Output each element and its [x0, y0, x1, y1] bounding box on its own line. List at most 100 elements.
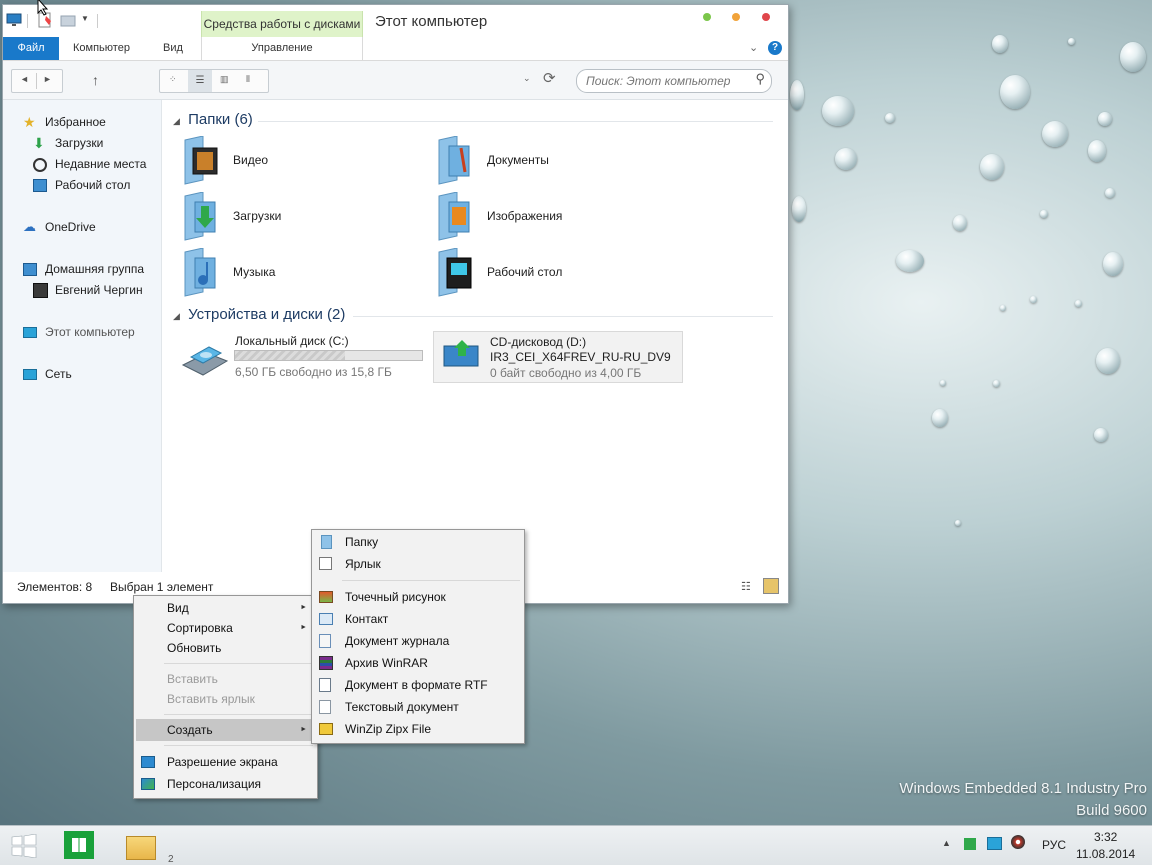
explorer-taskbar-icon[interactable]: 2 — [124, 832, 174, 865]
menu-item-label: Персонализация — [167, 777, 262, 791]
language-indicator[interactable]: РУС — [1042, 838, 1066, 852]
folder-item-downloads[interactable]: Загрузки — [181, 192, 401, 244]
tab-manage[interactable]: Управление — [201, 37, 363, 60]
start-button[interactable] — [11, 834, 37, 858]
submenu-item-folder[interactable]: Папку — [314, 531, 522, 553]
large-icons-view-icon[interactable] — [763, 578, 779, 594]
minimize-button[interactable] — [703, 13, 711, 21]
refresh-icon[interactable]: ⟳ — [543, 69, 556, 87]
menu-item-personalize[interactable]: Персонализация — [136, 773, 315, 795]
store-taskbar-icon[interactable] — [64, 831, 94, 859]
address-dropdown-icon[interactable]: ⌄ — [523, 73, 531, 84]
submenu-item-bitmap[interactable]: Точечный рисунок — [314, 586, 522, 608]
menu-item-sort[interactable]: Сортировка ► — [136, 617, 315, 639]
forward-button[interactable]: ► — [43, 74, 52, 84]
computer-icon[interactable] — [6, 12, 22, 28]
maximize-button[interactable] — [732, 13, 740, 21]
devices-group-header[interactable]: ◢ Устройства и диски (2) — [173, 306, 773, 323]
drive-item-d[interactable]: CD-дисковод (D:) IR3_CEI_X64FREV_RU-RU_D… — [433, 331, 683, 383]
network-tray-icon[interactable] — [987, 837, 1002, 850]
folder-label: Изображения — [487, 209, 563, 223]
view-large-icons-button[interactable]: ⁘ — [169, 74, 177, 85]
menu-item-paste-shortcut[interactable]: Вставить ярлык — [136, 688, 315, 710]
view-details-button[interactable]: ▥ — [220, 74, 229, 85]
watermark-build: Build 9600 — [1076, 802, 1147, 819]
computer-icon — [23, 327, 37, 338]
folder-item-desktop[interactable]: Рабочий стол — [435, 248, 655, 300]
submenu-item-text-document[interactable]: Текстовый документ — [314, 696, 522, 718]
group-title: Папки (6) — [188, 111, 253, 128]
details-view-icon[interactable]: ☷ — [741, 580, 751, 593]
winrar-icon — [319, 656, 333, 670]
create-submenu: Папку Ярлык Точечный рисунок Контакт Док… — [311, 529, 525, 744]
tab-computer[interactable]: Компьютер — [63, 37, 140, 60]
onedrive-icon: ☁ — [23, 219, 36, 234]
search-icon[interactable]: ⚲ — [755, 71, 765, 87]
action-center-flag-icon[interactable] — [964, 838, 976, 850]
back-forward-group: ◄ ► — [11, 69, 63, 93]
submenu-item-rtf[interactable]: Документ в формате RTF — [314, 674, 522, 696]
up-button[interactable]: ↑ — [92, 72, 99, 88]
winzip-icon — [319, 723, 333, 735]
window-title: Этот компьютер — [375, 13, 488, 30]
folder-item-video[interactable]: Видео — [181, 136, 401, 188]
taskbar: 2 ▲ РУС 3:32 11.08.2014 — [0, 825, 1152, 865]
title-bar[interactable]: ▼ Средства работы с дисками Этот компьют… — [3, 5, 788, 37]
qat-customize-icon[interactable]: ▼ — [81, 14, 89, 23]
group-divider — [353, 316, 773, 317]
qat-divider — [97, 14, 98, 28]
back-button[interactable]: ◄ — [20, 74, 29, 84]
expand-ribbon-icon[interactable]: ⌄ — [749, 41, 758, 54]
menu-item-screen-resolution[interactable]: Разрешение экрана — [136, 751, 315, 773]
folder-item-music[interactable]: Музыка — [181, 248, 401, 300]
help-icon[interactable]: ? — [768, 41, 782, 55]
sidebar-item-label: Евгений Чергин — [55, 283, 143, 297]
menu-item-label: Контакт — [345, 612, 389, 626]
recent-places-icon — [33, 158, 47, 172]
menu-item-paste[interactable]: Вставить — [136, 668, 315, 690]
collapse-chevron-icon[interactable]: ◢ — [173, 116, 180, 126]
drive-volume-label: IR3_CEI_X64FREV_RU-RU_DV9 — [490, 350, 671, 364]
rtf-icon — [319, 678, 331, 692]
menu-item-label: Вставить ярлык — [167, 692, 255, 706]
menu-item-label: Вид — [167, 601, 189, 615]
music-folder-icon — [184, 248, 216, 297]
drive-item-c[interactable]: Локальный диск (C:) 6,50 ГБ свободно из … — [181, 331, 431, 383]
submenu-arrow-icon: ► — [300, 726, 307, 733]
mouse-cursor-icon — [37, 0, 49, 16]
volume-tray-icon[interactable] — [1011, 835, 1025, 849]
clock-date[interactable]: 11.08.2014 — [1076, 847, 1135, 861]
submenu-item-winzip[interactable]: WinZip Zipx File — [314, 718, 522, 740]
search-box[interactable]: ⚲ — [576, 69, 772, 93]
collapse-chevron-icon[interactable]: ◢ — [173, 311, 180, 321]
menu-item-view[interactable]: Вид ► — [136, 597, 315, 619]
submenu-item-journal[interactable]: Документ журнала — [314, 630, 522, 652]
drive-free-space: 6,50 ГБ свободно из 15,8 ГБ — [235, 365, 392, 379]
submenu-item-winrar[interactable]: Архив WinRAR — [314, 652, 522, 674]
tab-view[interactable]: Вид — [153, 37, 193, 60]
folder-icon — [126, 836, 156, 860]
menu-item-label: Вставить — [167, 672, 218, 686]
tab-file[interactable]: Файл — [3, 37, 59, 60]
folder-item-documents[interactable]: Документы — [435, 136, 655, 188]
store-bag-icon — [72, 838, 86, 852]
new-folder-icon[interactable] — [60, 12, 76, 28]
menu-item-refresh[interactable]: Обновить — [136, 637, 315, 659]
video-folder-icon — [184, 136, 218, 185]
group-divider — [258, 121, 773, 122]
menu-item-new[interactable]: Создать ► — [136, 719, 315, 741]
menu-item-label: Разрешение экрана — [167, 755, 278, 769]
group-title: Устройства и диски (2) — [188, 306, 346, 323]
submenu-item-shortcut[interactable]: Ярлык — [314, 553, 522, 575]
clock-time[interactable]: 3:32 — [1094, 830, 1117, 844]
submenu-item-contact[interactable]: Контакт — [314, 608, 522, 630]
folder-item-pictures[interactable]: Изображения — [435, 192, 655, 244]
view-list-button[interactable]: ☰ — [188, 70, 212, 92]
view-tiles-button[interactable]: ⦀ — [246, 74, 250, 85]
search-input[interactable] — [584, 73, 748, 89]
close-button[interactable] — [762, 13, 770, 21]
menu-item-label: Обновить — [167, 641, 222, 655]
show-hidden-icons[interactable]: ▲ — [942, 838, 951, 848]
explorer-window: ▼ Средства работы с дисками Этот компьют… — [2, 4, 789, 604]
folders-group-header[interactable]: ◢ Папки (6) — [173, 111, 773, 128]
